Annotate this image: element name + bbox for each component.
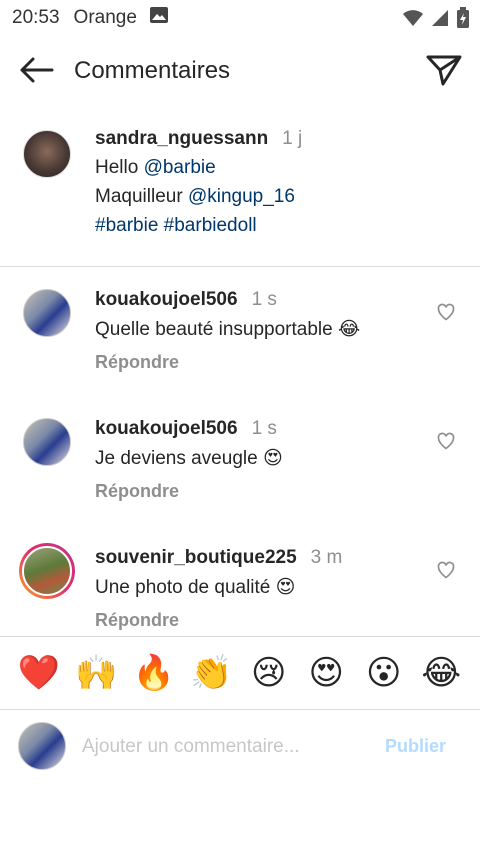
heart-icon — [436, 303, 456, 326]
comment-emoji: 😂 — [337, 318, 361, 340]
post-caption: sandra_nguessann 1 j Hello @barbie Maqui… — [0, 120, 480, 266]
status-bar: 20:53 Orange — [0, 0, 480, 36]
mention-link[interactable]: @barbie — [144, 157, 216, 178]
reply-button[interactable]: Répondre — [95, 610, 179, 631]
like-button[interactable] — [436, 302, 458, 324]
heart-icon — [436, 432, 456, 455]
comment-body: Je deviens aveugle — [95, 448, 258, 469]
battery-icon — [456, 7, 470, 35]
comment-composer: Publier — [0, 710, 480, 782]
share-button[interactable] — [424, 52, 464, 92]
comment-text: Une photo de qualité 😍 — [95, 576, 295, 599]
emoji-raised-hands-button[interactable]: 🙌 — [72, 653, 120, 693]
reply-button[interactable]: Répondre — [95, 352, 179, 373]
reply-button[interactable]: Répondre — [95, 481, 179, 502]
like-button[interactable] — [436, 560, 458, 582]
avatar[interactable] — [23, 130, 71, 178]
emoji-heart-eyes-button[interactable]: 😍 — [302, 653, 350, 693]
arrow-left-icon — [18, 56, 54, 89]
caption-text: Maquilleur — [95, 186, 188, 207]
comment-body: Quelle beauté insupportable — [95, 319, 333, 340]
story-avatar[interactable] — [19, 543, 75, 599]
caption-text: Hello — [95, 157, 144, 178]
emoji-crying-button[interactable]: 😢 — [245, 653, 293, 693]
caption-username[interactable]: sandra_nguessann — [95, 128, 268, 150]
emoji-surprised-button[interactable]: 😮 — [360, 653, 408, 693]
gallery-notification-icon — [149, 6, 169, 30]
comment-time: 1 s — [251, 418, 277, 439]
comment-input[interactable] — [82, 732, 362, 762]
emoji-laughing-button[interactable]: 😂 — [417, 653, 465, 693]
comment-time: 3 m — [310, 547, 343, 568]
emoji-clap-button[interactable]: 👏 — [187, 653, 235, 693]
caption-line-2: Maquilleur @kingup_16 — [95, 186, 295, 208]
emoji-heart-button[interactable]: ❤️ — [15, 653, 63, 693]
comment-item: kouakoujoel506 1 s Je deviens aveugle 😍 … — [0, 418, 480, 538]
avatar[interactable] — [23, 418, 71, 466]
comment-username[interactable]: kouakoujoel506 — [95, 418, 238, 440]
comment-username[interactable]: kouakoujoel506 — [95, 289, 238, 311]
hashtag-link[interactable]: #barbie — [95, 215, 158, 236]
comment-body: Une photo de qualité — [95, 577, 271, 598]
emoji-quick-bar: ❤️ 🙌 🔥 👏 😢 😍 😮 😂 — [0, 637, 480, 709]
comment-emoji: 😍 — [262, 447, 283, 469]
caption-line-1: Hello @barbie — [95, 157, 216, 179]
top-bar: Commentaires — [0, 44, 480, 100]
comment-text: Je deviens aveugle 😍 — [95, 447, 283, 470]
wifi-icon — [402, 8, 424, 34]
comment-username[interactable]: souvenir_boutique225 — [95, 547, 297, 569]
status-carrier: Orange — [73, 7, 137, 28]
paper-plane-icon — [426, 54, 462, 91]
divider — [0, 266, 480, 267]
publish-button[interactable]: Publier — [385, 736, 446, 757]
caption-line-3: #barbie #barbiedoll — [95, 215, 257, 237]
hashtag-link[interactable]: #barbiedoll — [164, 215, 257, 236]
caption-time: 1 j — [282, 128, 303, 149]
comment-emoji: 😍 — [275, 576, 296, 598]
comment-item: kouakoujoel506 1 s Quelle beauté insuppo… — [0, 289, 480, 409]
signal-icon — [430, 8, 450, 34]
back-button[interactable] — [16, 54, 56, 90]
comment-text: Quelle beauté insupportable 😂 — [95, 318, 360, 341]
avatar[interactable] — [23, 289, 71, 337]
mention-link[interactable]: @kingup_16 — [188, 186, 295, 207]
avatar — [18, 722, 66, 770]
status-time: 20:53 — [12, 7, 60, 28]
heart-icon — [436, 561, 456, 584]
like-button[interactable] — [436, 431, 458, 453]
emoji-fire-button[interactable]: 🔥 — [130, 653, 178, 693]
page-title: Commentaires — [74, 57, 231, 84]
comment-time: 1 s — [251, 289, 277, 310]
